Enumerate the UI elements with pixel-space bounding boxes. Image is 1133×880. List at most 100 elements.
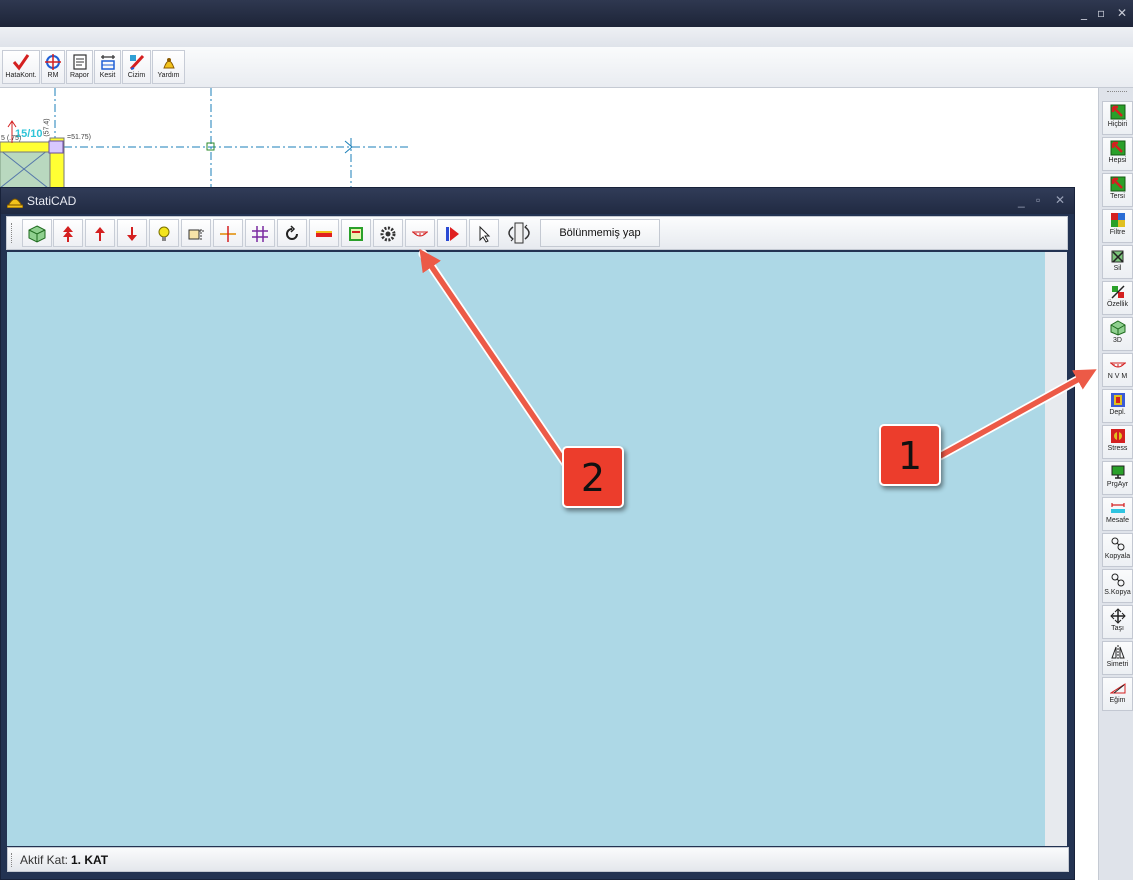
drawing-icon (129, 54, 144, 71)
program-settings-button[interactable]: PrgAyr (1102, 461, 1133, 495)
select-none-button[interactable]: Hiçbiri (1102, 101, 1133, 135)
nvm-label: N V M (1107, 373, 1128, 380)
arrow-up-icon (95, 227, 105, 241)
nvm-diagram-icon (1109, 362, 1126, 368)
check-icon (12, 54, 30, 71)
nvm-diagram-icon (412, 231, 428, 237)
3d-label: 3D (1113, 337, 1122, 344)
section-icon (100, 55, 115, 70)
play-button[interactable] (437, 219, 467, 247)
filter-icon (1110, 213, 1125, 227)
right-toolbar: Hiçbiri Hepsi Tersi Filtre Sil Özellik 3… (1098, 88, 1133, 880)
rotate-icon (286, 225, 298, 240)
cursor-icon (479, 225, 491, 243)
rm-label: RM (47, 72, 59, 79)
section-button[interactable]: Kesit (94, 50, 121, 84)
program-settings-label: PrgAyr (1106, 481, 1129, 488)
rm-button[interactable]: RM (41, 50, 65, 84)
settings-button[interactable] (373, 219, 403, 247)
select-none-icon (1110, 104, 1125, 120)
cad-drawing-area[interactable]: 15/10 =51.75) (57.4) 5 (.75) (0, 88, 1095, 188)
load-up-button[interactable] (53, 219, 83, 247)
beam-button[interactable] (309, 219, 339, 247)
filter-button[interactable]: Filtre (1102, 209, 1133, 243)
section-label: Kesit (99, 72, 116, 79)
help-button[interactable]: Yardım (152, 50, 185, 84)
distance-button[interactable]: Mesafe (1102, 497, 1133, 531)
staticad-minimize-icon[interactable]: _ (1018, 194, 1025, 208)
rotate-3d-button[interactable] (501, 219, 537, 247)
make-undivided-button[interactable]: Bölünmemiş yap (540, 219, 660, 247)
app-title-bar: _ ▫ ✕ (0, 0, 1133, 27)
mirror-label: Simetri (1106, 661, 1129, 668)
select-all-button[interactable]: Hepsi (1102, 137, 1133, 171)
properties-label: Özellik (1106, 301, 1128, 308)
error-check-button[interactable]: HataKont. (2, 50, 40, 84)
bulb-button[interactable] (149, 219, 179, 247)
report-icon (72, 54, 87, 70)
active-floor-value: 1. KAT (71, 853, 109, 867)
slope-icon (1109, 683, 1125, 694)
double-arrow-up-icon (63, 226, 73, 242)
vertical-scrollbar[interactable] (1045, 252, 1067, 846)
select-all-label: Hepsi (1108, 157, 1127, 164)
rotate-3d-icon (508, 222, 530, 244)
special-copy-button[interactable]: S.Kopya (1102, 569, 1133, 603)
arrow-down-button[interactable] (117, 219, 147, 247)
staticad-title-bar[interactable]: StatiCAD _ ▫ ✕ (1, 188, 1074, 214)
select-all-icon (1110, 140, 1125, 156)
displacement-button[interactable]: Depl. (1102, 389, 1133, 423)
mirror-button[interactable]: Simetri (1102, 641, 1133, 675)
3d-button[interactable]: 3D (1102, 317, 1133, 351)
help-icon (162, 58, 175, 69)
nvm-button[interactable]: N V M (1102, 353, 1133, 387)
staticad-maximize-icon[interactable]: ▫ (1036, 193, 1040, 207)
slope-button[interactable]: Eğim (1102, 677, 1133, 711)
toolbar-grip (1107, 91, 1127, 92)
stress-label: Stress (1107, 445, 1128, 452)
nvm-diagram-button[interactable] (405, 219, 435, 247)
pointer-hand-icon (188, 229, 204, 241)
invert-selection-label: Tersi (1110, 193, 1125, 200)
move-button[interactable]: Taşı (1102, 605, 1133, 639)
drawing-label: Cizim (127, 72, 146, 79)
crosshair-button[interactable] (213, 219, 243, 247)
staticad-close-icon[interactable]: ✕ (1055, 193, 1065, 207)
frame-button[interactable] (341, 219, 371, 247)
properties-button[interactable]: Özellik (1102, 281, 1133, 315)
minimize-icon[interactable]: _ (1081, 6, 1087, 20)
cad-grid-drawing (0, 88, 410, 188)
cursor-button[interactable] (469, 219, 499, 247)
delete-icon (1111, 250, 1124, 263)
restore-icon[interactable]: ▫ (1097, 6, 1105, 20)
arrow-up-button[interactable] (85, 219, 115, 247)
distance-icon (1110, 503, 1125, 513)
stress-button[interactable]: Stress (1102, 425, 1133, 459)
staticad-window: StatiCAD _ ▫ ✕ Bölünmemiş yap Aktif Kat:… (0, 187, 1075, 880)
status-bar: Aktif Kat: 1. KAT (7, 847, 1069, 872)
main-toolbar: HataKont. RM Rapor Kesit Cizim Yardım (0, 47, 1133, 88)
callout-1-badge: 1 (879, 424, 941, 486)
special-copy-icon (1111, 573, 1124, 587)
rotate-button[interactable] (277, 219, 307, 247)
delete-label: Sil (1113, 265, 1122, 272)
grid-button[interactable] (245, 219, 275, 247)
close-icon[interactable]: ✕ (1117, 6, 1127, 20)
select-none-label: Hiçbiri (1107, 121, 1128, 128)
staticad-title: StatiCAD (27, 194, 77, 208)
report-button[interactable]: Rapor (66, 50, 93, 84)
copy-button[interactable]: Kopyala (1102, 533, 1133, 567)
slope-label: Eğim (1109, 697, 1126, 704)
filter-label: Filtre (1109, 229, 1126, 236)
cad-dimension-label-4: 5 (.75) (1, 135, 22, 142)
cad-dimension-label-3: (57.4) (43, 118, 51, 137)
invert-selection-button[interactable]: Tersi (1102, 173, 1133, 207)
drawing-button[interactable]: Cizim (122, 50, 151, 84)
error-check-label: HataKont. (5, 72, 37, 79)
pointer-hand-button[interactable] (181, 219, 211, 247)
staticad-canvas[interactable] (7, 252, 1045, 846)
displacement-label: Depl. (1109, 409, 1126, 416)
mirror-icon (1110, 645, 1125, 659)
3d-view-button[interactable] (22, 219, 52, 247)
delete-button[interactable]: Sil (1102, 245, 1133, 279)
